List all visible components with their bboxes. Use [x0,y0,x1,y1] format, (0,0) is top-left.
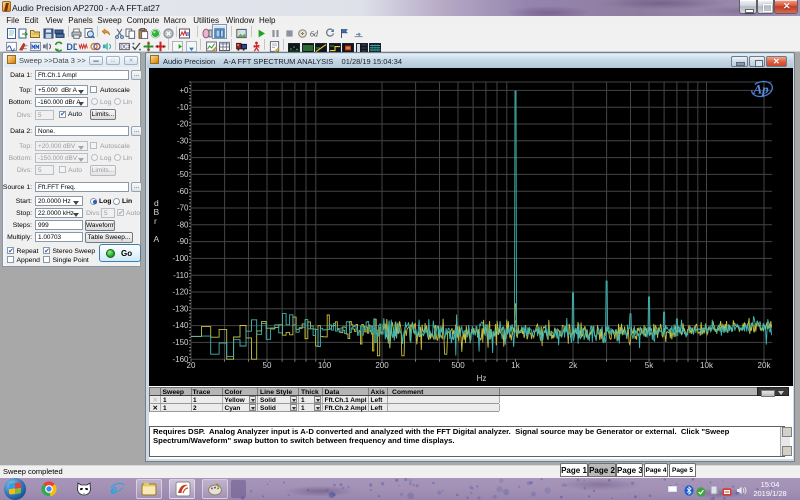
svg-text:500: 500 [451,361,465,370]
svg-text:20k: 20k [758,361,772,370]
svg-text:-40: -40 [177,153,189,162]
svg-text:-150: -150 [172,338,189,347]
svg-text:6d: 6d [310,30,319,39]
svg-text:-50: -50 [177,170,189,179]
svg-text:-80: -80 [177,220,189,229]
svg-text:5k: 5k [645,361,654,370]
svg-text:Hz: Hz [477,374,487,383]
svg-text:-60: -60 [177,187,189,196]
svg-text:DCX: DCX [120,45,130,51]
svg-text:-10: -10 [177,103,189,112]
svg-text:50: 50 [263,361,272,370]
svg-text:10k: 10k [700,361,714,370]
svg-text:-120: -120 [172,288,189,297]
svg-text:-20: -20 [177,120,189,129]
svg-text:-70: -70 [177,204,189,213]
svg-text:A: A [154,234,160,244]
svg-text:100: 100 [318,361,332,370]
svg-text:20: 20 [187,361,196,370]
svg-text:-130: -130 [172,304,189,313]
svg-text:DD: DD [66,42,77,52]
svg-text:-30: -30 [177,136,189,145]
svg-text:r: r [154,216,157,226]
svg-text:+0: +0 [179,86,189,95]
svg-text:1k: 1k [511,361,520,370]
svg-text:200: 200 [375,361,389,370]
svg-text:-90: -90 [177,237,189,246]
svg-text:-100: -100 [172,254,189,263]
svg-text:Ap: Ap [753,82,770,97]
svg-text:-140: -140 [172,321,189,330]
svg-text:-110: -110 [173,271,189,280]
svg-text:2k: 2k [569,361,578,370]
